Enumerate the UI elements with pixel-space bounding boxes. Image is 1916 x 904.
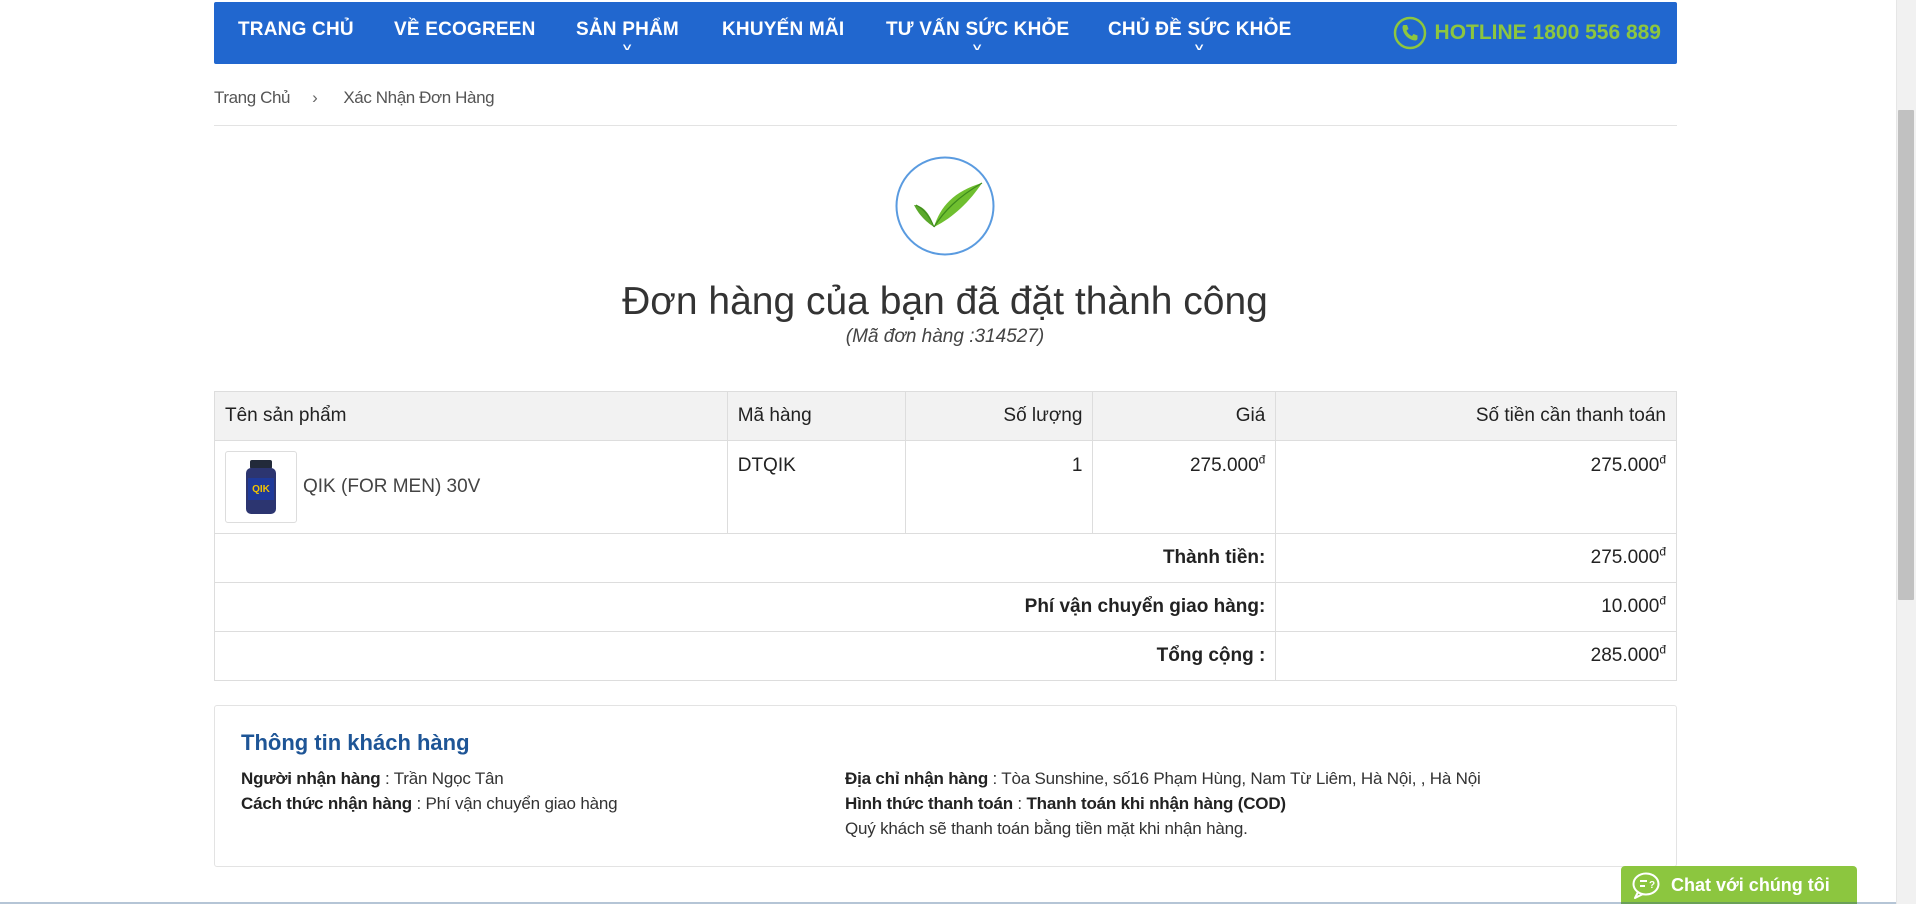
- delivery-method-line: Cách thức nhận hàng : Phí vận chuyển gia…: [241, 794, 618, 814]
- divider: [214, 125, 1677, 126]
- breadcrumb-current: Xác Nhận Đơn Hàng: [343, 88, 495, 107]
- payment-line: Hình thức thanh toán : Thanh toán khi nh…: [845, 794, 1286, 814]
- delivery-method-value: : Phí vận chuyển giao hàng: [411, 794, 618, 813]
- recipient-line: Người nhận hàng : Trần Ngọc Tân: [241, 769, 504, 789]
- nav-item-promotions[interactable]: KHUYẾN MÃI: [722, 2, 844, 64]
- total-value: 275.000: [1590, 455, 1660, 476]
- subtotal-value-cell: 275.000đ: [1275, 533, 1677, 583]
- shipping-label: Phí vận chuyển giao hàng:: [213, 582, 1277, 632]
- customer-info-panel: Thông tin khách hàng Người nhận hàng : T…: [214, 705, 1677, 867]
- hotline-label: HOTLINE 1800 556 889: [1434, 21, 1661, 44]
- cell-quantity: 1: [904, 440, 1094, 534]
- chevron-down-icon: ˅: [1195, 42, 1205, 54]
- scrollbar-thumb[interactable]: [1898, 110, 1914, 600]
- breadcrumb-home[interactable]: Trang Chủ: [214, 88, 290, 108]
- order-table: Tên sản phẩm Mã hàng Số lượng Giá Số tiề…: [213, 391, 1677, 681]
- shipping-value: 10.000: [1601, 596, 1660, 617]
- recipient-value: : Trần Ngọc Tân: [380, 769, 504, 788]
- address-line: Địa chỉ nhận hàng : Tòa Sunshine, số16 P…: [845, 769, 1481, 789]
- address-value: : Tòa Sunshine, số16 Phạm Hùng, Nam Từ L…: [988, 769, 1481, 788]
- nav-item-health-advice[interactable]: TƯ VẤN SỨC KHỎE ˅: [886, 2, 1069, 64]
- check-leaf-icon: [895, 156, 995, 256]
- phone-icon: [1393, 16, 1426, 50]
- nav-item-about[interactable]: VỀ ECOGREEN: [394, 2, 536, 64]
- payment-separator: :: [1012, 794, 1027, 813]
- cell-product: QIK QIK (FOR MEN) 30V: [214, 440, 728, 534]
- chat-button[interactable]: ? Chat với chúng tôi: [1621, 866, 1857, 904]
- nav-item-health-topics[interactable]: CHỦ ĐỀ SỨC KHỎE ˅: [1108, 2, 1291, 64]
- nav-item-products[interactable]: SẢN PHẨM ˅: [576, 2, 679, 64]
- cell-price: 275.000đ: [1092, 440, 1277, 534]
- order-code: (Mã đơn hàng :314527): [845, 326, 1045, 347]
- nav-item-label: KHUYẾN MÃI: [722, 19, 845, 40]
- chevron-down-icon: ˅: [973, 42, 983, 54]
- payment-label: Hình thức thanh toán: [845, 794, 1013, 813]
- col-header-code: Mã hàng: [726, 391, 906, 441]
- chat-label: Chat với chúng tôi: [1671, 874, 1830, 895]
- hotline[interactable]: HOTLINE 1800 556 889: [1393, 16, 1661, 50]
- delivery-method-label: Cách thức nhận hàng: [241, 794, 412, 813]
- svg-text:?: ?: [1649, 880, 1655, 891]
- product-thumbnail[interactable]: QIK: [225, 451, 297, 523]
- product-bottle-image: QIK: [246, 460, 276, 514]
- chat-bubble-icon: ?: [1632, 872, 1660, 899]
- address-label: Địa chỉ nhận hàng: [845, 769, 989, 788]
- nav-item-label: TƯ VẤN SỨC KHỎE: [886, 19, 1070, 40]
- grand-total-value: 285.000: [1590, 645, 1660, 666]
- col-header-product: Tên sản phẩm: [214, 391, 728, 441]
- grand-total-row: Tổng cộng : 285.000đ: [213, 631, 1677, 681]
- col-header-total: Số tiền cần thanh toán: [1275, 391, 1677, 441]
- breadcrumb-separator: ›: [312, 88, 318, 107]
- currency-symbol: đ: [1659, 544, 1666, 559]
- shipping-value-cell: 10.000đ: [1275, 582, 1677, 632]
- table-header-row: Tên sản phẩm Mã hàng Số lượng Giá Số tiề…: [214, 391, 1677, 441]
- subtotal-label: Thành tiền:: [213, 533, 1277, 583]
- nav-item-label: TRANG CHỦ: [238, 19, 354, 40]
- main-nav: TRANG CHỦ VỀ ECOGREEN SẢN PHẨM ˅ KHUYẾN …: [214, 2, 1677, 64]
- payment-value: Thanh toán khi nhận hàng (COD): [1026, 794, 1286, 813]
- subtotal-row: Thành tiền: 275.000đ: [213, 533, 1677, 583]
- product-bottle-label: QIK: [252, 484, 271, 495]
- breadcrumb: Trang Chủ › Xác Nhận Đơn Hàng: [214, 88, 495, 108]
- recipient-label: Người nhận hàng: [241, 769, 381, 788]
- chevron-down-icon: ˅: [622, 42, 633, 54]
- payment-note: Quý khách sẽ thanh toán bằng tiền mặt kh…: [845, 819, 1248, 838]
- table-row: QIK QIK (FOR MEN) 30V DTQIK 1 275.000đ 2…: [214, 440, 1677, 534]
- cell-code: DTQIK: [726, 440, 906, 534]
- currency-symbol: đ: [1659, 593, 1666, 608]
- success-title: Đơn hàng của bạn đã đặt thành công: [622, 280, 1268, 323]
- currency-symbol: đ: [1659, 642, 1666, 657]
- nav-item-label: CHỦ ĐỀ SỨC KHỎE: [1108, 19, 1292, 40]
- subtotal-value: 275.000: [1590, 547, 1660, 568]
- currency-symbol: đ: [1659, 452, 1666, 467]
- shipping-row: Phí vận chuyển giao hàng: 10.000đ: [213, 582, 1677, 632]
- nav-item-label: VỀ ECOGREEN: [394, 19, 536, 40]
- grand-total-label: Tổng cộng :: [213, 631, 1277, 681]
- grand-total-value-cell: 285.000đ: [1275, 631, 1677, 681]
- currency-symbol: đ: [1258, 452, 1266, 467]
- product-name-link[interactable]: QIK (FOR MEN) 30V: [303, 476, 480, 498]
- customer-info-title: Thông tin khách hàng: [241, 730, 470, 755]
- nav-item-home[interactable]: TRANG CHỦ: [238, 2, 354, 64]
- price-value: 275.000: [1189, 455, 1259, 476]
- nav-item-label: SẢN PHẨM: [576, 19, 679, 40]
- col-header-quantity: Số lượng: [904, 391, 1094, 441]
- cell-total: 275.000đ: [1275, 440, 1677, 534]
- col-header-price: Giá: [1092, 391, 1277, 441]
- page: TRANG CHỦ VỀ ECOGREEN SẢN PHẨM ˅ KHUYẾN …: [0, 0, 1916, 904]
